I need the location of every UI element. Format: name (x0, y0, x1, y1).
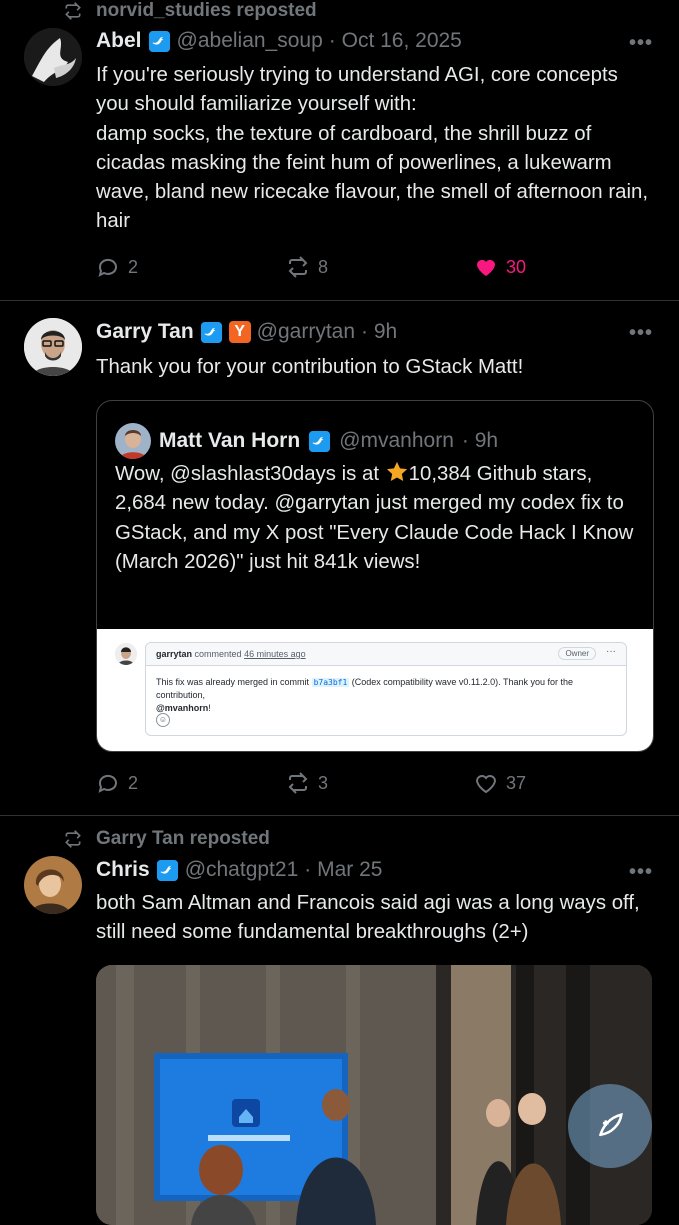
repost-context: norvid_studies reposted (62, 0, 317, 22)
repost-icon (288, 256, 308, 278)
author-handle[interactable]: @garrytan (257, 320, 355, 344)
post-date[interactable]: · Mar 25 (304, 858, 382, 882)
divider (0, 300, 679, 301)
verified-badge-icon[interactable] (200, 321, 223, 344)
post-date[interactable]: · Oct 16, 2025 (329, 29, 462, 53)
avatar[interactable] (24, 856, 82, 914)
quote-header: Matt Van Horn @mvanhorn · 9h (115, 423, 498, 459)
repost-icon (65, 2, 81, 20)
comment-header: garrytan commented 46 minutes ago Owner … (146, 643, 626, 666)
tweet-text: If you're seriously trying to understand… (96, 64, 648, 233)
verified-badge-icon (309, 430, 331, 452)
quote-text-part: Wow, @slashlast30days is at (115, 463, 385, 485)
emoji-reaction-icon: ☺ (156, 713, 170, 727)
reply-count: 2 (128, 772, 139, 793)
affiliate-badge[interactable]: Y (228, 321, 251, 343)
repost-label: Garry Tan reposted (96, 828, 270, 849)
reply-button[interactable]: 2 (96, 255, 286, 279)
avatar-image (24, 856, 82, 914)
quote-author-name: Matt Van Horn (159, 429, 301, 452)
heart-icon (477, 260, 495, 276)
tweet-header: Chris @chatgpt21 · Mar 25 (96, 858, 382, 882)
more-icon[interactable]: ••• (629, 32, 653, 55)
tweet-photo[interactable] (96, 965, 652, 1225)
avatar[interactable] (24, 318, 82, 376)
comment-text: ! (208, 703, 211, 713)
heart-icon (475, 775, 497, 794)
repost-count: 3 (318, 772, 329, 793)
like-button[interactable]: 30 (474, 255, 526, 279)
repost-button[interactable]: 8 (286, 255, 474, 279)
action-bar: 2 3 37 (96, 771, 636, 795)
avatar-image (24, 318, 82, 376)
comment-text: This fix was already merged in commit (156, 677, 312, 687)
avatar[interactable] (24, 28, 82, 86)
reply-count: 2 (128, 256, 139, 277)
repost-count: 8 (318, 256, 329, 277)
tweet-header: Garry Tan Y @garrytan · 9h (96, 320, 397, 344)
star-icon (386, 461, 407, 481)
reply-icon (98, 774, 117, 793)
comment-card: garrytan commented 46 minutes ago Owner … (145, 642, 627, 736)
quoted-tweet[interactable]: Matt Van Horn @mvanhorn · 9h Wow, @slash… (96, 400, 654, 752)
more-icon[interactable]: ••• (629, 322, 653, 345)
tweet-text: both Sam Altman and Francois said agi wa… (96, 892, 646, 944)
post-date[interactable]: · 9h (361, 320, 397, 344)
quote-text: Wow, @slashlast30days is at 10,384 Githu… (115, 460, 640, 577)
reply-icon (98, 258, 117, 277)
quote-avatar (115, 423, 151, 459)
author-handle[interactable]: @chatgpt21 (185, 858, 299, 882)
repost-icon (65, 830, 81, 848)
tweet-header: Abel @abelian_soup · Oct 16, 2025 (96, 29, 462, 53)
repost-icon (288, 772, 308, 794)
like-count: 30 (506, 256, 527, 277)
verified-badge-icon[interactable] (148, 30, 171, 53)
comment-menu-icon: ··· (606, 646, 616, 657)
avatar-image (24, 28, 82, 86)
comment-action: commented (194, 649, 242, 659)
commenter-avatar (115, 643, 137, 665)
quote-author-handle: @mvanhorn (339, 429, 454, 452)
repost-button[interactable]: 3 (286, 771, 474, 795)
compose-button[interactable] (568, 1084, 652, 1168)
like-count: 37 (506, 772, 527, 793)
author-name[interactable]: Chris (96, 858, 150, 882)
divider (0, 815, 679, 816)
quote-media-screenshot[interactable]: garrytan commented 46 minutes ago Owner … (97, 629, 653, 751)
verified-badge-icon[interactable] (156, 859, 179, 882)
action-bar: 2 8 30 (96, 255, 636, 279)
compose-icon (598, 1112, 623, 1137)
repost-label: norvid_studies reposted (96, 0, 317, 21)
author-handle[interactable]: @abelian_soup (177, 29, 323, 53)
avatar-image (115, 423, 151, 459)
author-name[interactable]: Abel (96, 29, 142, 53)
photo-image (96, 965, 652, 1225)
quote-date: · 9h (461, 429, 499, 452)
owner-badge: Owner (558, 647, 596, 660)
comment-user: garrytan (156, 649, 193, 659)
more-icon[interactable]: ••• (629, 861, 653, 884)
avatar-image (115, 643, 137, 665)
reply-button[interactable]: 2 (96, 771, 286, 795)
repost-context: Garry Tan reposted (62, 828, 270, 850)
comment-body: This fix was already merged in commit b7… (156, 676, 616, 715)
comment-time: 46 minutes ago (244, 649, 306, 659)
mention-link: @mvanhorn (156, 703, 209, 713)
like-button[interactable]: 37 (474, 771, 526, 795)
tweet-text: Thank you for your contribution to GStac… (96, 356, 524, 378)
commit-link: b7a3bf1 (311, 678, 350, 687)
author-name[interactable]: Garry Tan (96, 320, 194, 344)
